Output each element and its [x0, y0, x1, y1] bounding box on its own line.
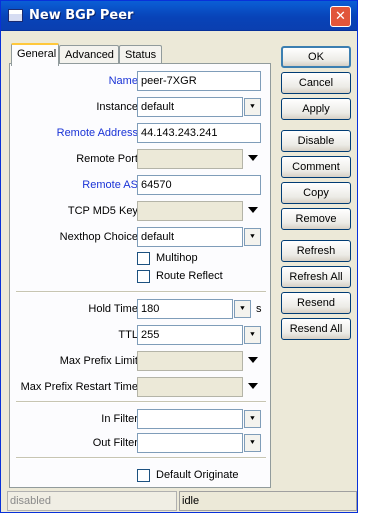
tab-status[interactable]: Status — [119, 45, 162, 65]
tcp-md5-key-label: TCP MD5 Key: — [67, 205, 141, 217]
max-prefix-restart-time-dropdown-icon[interactable] — [248, 383, 258, 389]
refresh-button[interactable]: Refresh — [281, 240, 351, 262]
separator — [16, 457, 266, 459]
apply-button[interactable]: Apply — [281, 98, 351, 120]
max-prefix-limit-dropdown-icon[interactable] — [248, 357, 258, 363]
name-input[interactable]: peer-7XGR — [137, 71, 261, 91]
close-button[interactable]: ✕ — [330, 6, 351, 27]
hold-time-input[interactable]: 180 — [137, 299, 233, 319]
window-title: New BGP Peer — [29, 8, 134, 23]
copy-button[interactable]: Copy — [281, 182, 351, 204]
separator — [16, 401, 266, 403]
remote-address-row: Remote Address: 44.143.243.241 — [10, 123, 272, 143]
cancel-button[interactable]: Cancel — [281, 72, 351, 94]
disable-button[interactable]: Disable — [281, 130, 351, 152]
tcp-md5-key-row: TCP MD5 Key: — [10, 201, 272, 221]
resend-button[interactable]: Resend — [281, 292, 351, 314]
out-filter-select[interactable] — [137, 433, 243, 453]
tcp-md5-key-dropdown-icon[interactable] — [248, 207, 258, 213]
nexthop-choice-dropdown-icon[interactable]: ⯆ — [244, 228, 261, 246]
multihop-checkbox[interactable] — [137, 252, 150, 265]
in-filter-select[interactable] — [137, 409, 243, 429]
remote-address-input[interactable]: 44.143.243.241 — [137, 123, 261, 143]
general-panel: Name: peer-7XGR Instance: default ⯆ Remo… — [9, 63, 271, 488]
in-filter-row: In Filter: ⯆ — [10, 409, 272, 429]
route-reflect-checkbox[interactable] — [137, 270, 150, 283]
tcp-md5-key-input[interactable] — [137, 201, 243, 221]
title-bar[interactable]: New BGP Peer ✕ — [1, 1, 357, 31]
out-filter-row: Out Filter: ⯆ — [10, 433, 272, 453]
in-filter-label: In Filter: — [101, 413, 141, 425]
instance-select[interactable]: default — [137, 97, 243, 117]
instance-label: Instance: — [96, 101, 141, 113]
ttl-input[interactable]: 255 — [137, 325, 243, 345]
remote-port-dropdown-icon[interactable] — [248, 155, 258, 161]
max-prefix-limit-row: Max Prefix Limit: — [10, 351, 272, 371]
remote-address-label: Remote Address: — [56, 127, 141, 139]
tab-advanced[interactable]: Advanced — [59, 45, 119, 65]
instance-row: Instance: default ⯆ — [10, 97, 272, 117]
remove-button[interactable]: Remove — [281, 208, 351, 230]
remote-port-row: Remote Port: — [10, 149, 272, 169]
default-originate-checkbox[interactable] — [137, 469, 150, 482]
route-reflect-label: Route Reflect — [156, 270, 223, 282]
max-prefix-limit-input[interactable] — [137, 351, 243, 371]
instance-dropdown-icon[interactable]: ⯆ — [244, 98, 261, 116]
refresh-all-button[interactable]: Refresh All — [281, 266, 351, 288]
window-icon — [8, 9, 23, 22]
ttl-row: TTL: 255 ⯆ — [10, 325, 272, 345]
tab-general[interactable]: General — [11, 43, 59, 66]
remote-as-row: Remote AS: 64570 — [10, 175, 272, 195]
hold-time-row: Hold Time: 180 ⯆ s — [10, 299, 272, 319]
resend-all-button[interactable]: Resend All — [281, 318, 351, 340]
hold-time-dropdown-icon[interactable]: ⯆ — [234, 300, 251, 318]
bgp-peer-dialog: New BGP Peer ✕ General Advanced Status N… — [0, 0, 358, 513]
hold-time-unit: s — [256, 303, 262, 315]
status-enabled-state: disabled — [7, 491, 177, 511]
remote-port-label: Remote Port: — [76, 153, 141, 165]
max-prefix-limit-label: Max Prefix Limit: — [59, 355, 141, 367]
out-filter-label: Out Filter: — [92, 437, 141, 449]
max-prefix-restart-time-label: Max Prefix Restart Time: — [20, 381, 141, 393]
remote-port-input[interactable] — [137, 149, 243, 169]
max-prefix-restart-time-input[interactable] — [137, 377, 243, 397]
hold-time-label: Hold Time: — [88, 303, 141, 315]
ttl-dropdown-icon[interactable]: ⯆ — [244, 326, 261, 344]
comment-button[interactable]: Comment — [281, 156, 351, 178]
multihop-label: Multihop — [156, 252, 198, 264]
separator — [16, 291, 266, 293]
nexthop-choice-label: Nexthop Choice: — [59, 231, 141, 243]
status-connection-state: idle — [179, 491, 357, 511]
nexthop-choice-row: Nexthop Choice: default ⯆ — [10, 227, 272, 247]
default-originate-label: Default Originate — [156, 469, 239, 481]
out-filter-dropdown-icon[interactable]: ⯆ — [244, 434, 261, 452]
name-row: Name: peer-7XGR — [10, 71, 272, 91]
remote-as-label: Remote AS: — [82, 179, 141, 191]
remote-as-input[interactable]: 64570 — [137, 175, 261, 195]
nexthop-choice-select[interactable]: default — [137, 227, 243, 247]
max-prefix-restart-time-row: Max Prefix Restart Time: — [10, 377, 272, 397]
in-filter-dropdown-icon[interactable]: ⯆ — [244, 410, 261, 428]
ok-button[interactable]: OK — [281, 46, 351, 68]
